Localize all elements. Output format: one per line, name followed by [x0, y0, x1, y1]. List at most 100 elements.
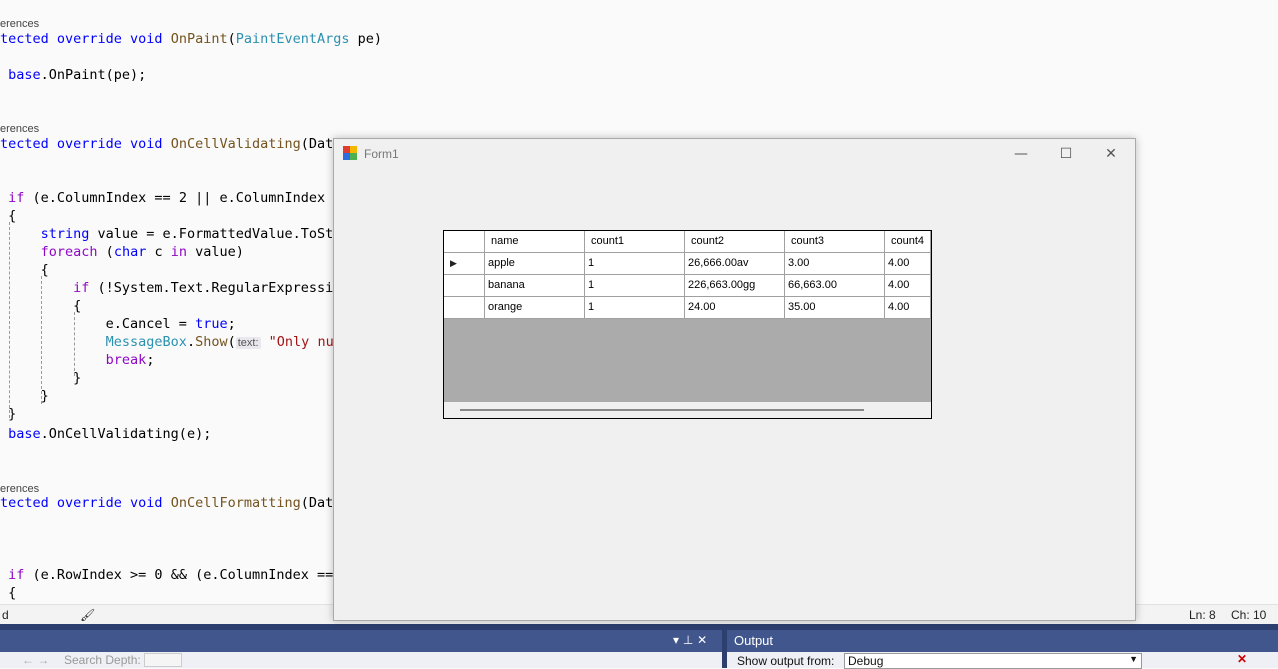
indent-guide [74, 312, 75, 376]
column-header-count1[interactable]: count1 [585, 231, 685, 253]
code-line: { [0, 584, 16, 602]
code-token: ( [97, 244, 114, 260]
codelens-references: erences [0, 18, 40, 30]
grid-cell[interactable]: 226,663.00gg [685, 275, 785, 297]
code-token: ; [227, 316, 236, 332]
grid-cell[interactable]: 35.00 [785, 297, 885, 319]
code-token: { [0, 585, 17, 601]
clear-all-icon[interactable]: ✕ [1237, 652, 1247, 666]
maximize-button[interactable]: ☐ [1044, 139, 1088, 169]
code-token: pe) [349, 31, 383, 47]
code-token: "Only nu [268, 334, 334, 350]
code-token: tected override void [0, 495, 171, 511]
output-titlebar: Output [727, 630, 1278, 652]
row-header[interactable] [444, 297, 485, 319]
column-header-count4[interactable]: count4 [885, 231, 931, 253]
code-line: tected override void OnCellValidating(Da… [0, 135, 341, 153]
code-token: tected override void [0, 136, 171, 152]
left-panel-titlebar: ▾ ⊥ ✕ [0, 630, 722, 652]
grid-corner-header[interactable] [444, 231, 485, 253]
grid-cell[interactable]: 66,663.00 [785, 275, 885, 297]
panel-pin-controls[interactable]: ▾ ⊥ ✕ [673, 633, 707, 647]
grid-cell[interactable]: 4.00 [885, 297, 931, 319]
code-token: .OnPaint(pe); [40, 67, 147, 83]
code-line: tected override void OnPaint(PaintEventA… [0, 30, 382, 48]
column-header-count2[interactable]: count2 [685, 231, 785, 253]
code-token: c [146, 244, 171, 260]
left-panel-toolbar: ← → Search Depth: [0, 652, 722, 668]
grid-cell[interactable]: 1 [585, 275, 685, 297]
code-token: string [0, 226, 90, 242]
search-depth-label: Search Depth: [64, 653, 141, 667]
bottom-left-panel: ▾ ⊥ ✕ ← → Search Depth: [0, 630, 722, 668]
grid-cell[interactable]: banana [485, 275, 585, 297]
code-token: foreach [0, 244, 98, 260]
close-button[interactable]: ✕ [1089, 139, 1133, 169]
code-token: OnPaint [170, 31, 228, 47]
grid-cell[interactable]: 4.00 [885, 275, 931, 297]
output-toolbar: Show output from: Debug ▼ ✕ [727, 652, 1278, 669]
code-token: ; [146, 352, 155, 368]
code-line: MessageBox.Show(text: "Only nu [0, 333, 334, 351]
code-line: base.OnCellValidating(e); [0, 425, 211, 443]
grid-cell[interactable]: 1 [585, 297, 685, 319]
row-header[interactable]: ▶ [444, 253, 485, 275]
minimize-button[interactable]: — [999, 139, 1043, 169]
code-token: char [113, 244, 147, 260]
output-panel: Output Show output from: Debug ▼ ✕ [727, 630, 1278, 669]
code-line: break; [0, 351, 155, 369]
code-token: OnCellValidating [170, 136, 301, 152]
column-header-count3[interactable]: count3 [785, 231, 885, 253]
show-output-label: Show output from: [737, 654, 835, 668]
data-grid-view[interactable]: name count1 count2 count3 count4 ▶ apple 1 26,66… [443, 230, 932, 419]
code-line: if (!System.Text.RegularExpressi [0, 279, 333, 297]
grid-cell[interactable]: 4.00 [885, 253, 931, 275]
output-title: Output [734, 633, 774, 648]
inline-parameter-hint: text: [235, 337, 261, 349]
line-indicator: Ln: 8 [1189, 608, 1216, 622]
code-token: (!System.Text.RegularExpressi [89, 280, 334, 296]
code-token: . [186, 334, 196, 350]
code-line: base.OnPaint(pe); [0, 66, 146, 84]
code-token: value) [186, 244, 244, 260]
code-token: .OnCellValidating(e); [40, 426, 212, 442]
back-arrow-icon[interactable]: ← → [22, 653, 49, 667]
form1-title: Form1 [364, 147, 399, 161]
code-line: string value = e.FormattedValue.ToSt [0, 225, 334, 243]
code-token: base [0, 67, 41, 83]
code-line: e.Cancel = true; [0, 315, 236, 333]
code-line: if (e.RowIndex >= 0 && (e.ColumnIndex == [0, 566, 333, 584]
code-token: e.Cancel = [0, 316, 196, 332]
grid-cell[interactable]: 26,666.00av [685, 253, 785, 275]
code-token: base [0, 426, 41, 442]
codelens-references: erences [0, 123, 40, 135]
form1-titlebar[interactable]: Form1 — ☐ ✕ [334, 139, 1135, 169]
code-line: tected override void OnCellFormatting(Da… [0, 494, 341, 512]
search-depth-select[interactable] [144, 653, 182, 667]
grid-cell[interactable]: 24.00 [685, 297, 785, 319]
grid-cell[interactable]: apple [485, 253, 585, 275]
output-source-select[interactable]: Debug ▼ [844, 653, 1142, 669]
code-token: if [0, 567, 25, 583]
code-token: PaintEventArgs [235, 31, 350, 47]
grid-cell[interactable]: orange [485, 297, 585, 319]
grid-cell[interactable]: 3.00 [785, 253, 885, 275]
scrollbar-thumb[interactable] [460, 409, 864, 411]
code-token: value = e.FormattedValue.ToSt [89, 226, 334, 242]
chevron-down-icon: ▼ [1129, 654, 1138, 664]
horizontal-scrollbar[interactable] [444, 402, 931, 418]
status-left-text: d [2, 608, 9, 622]
brush-icon[interactable]: 🖌 [80, 608, 95, 622]
row-header[interactable] [444, 275, 485, 297]
grid-cell[interactable]: 1 [585, 253, 685, 275]
code-line: foreach (char c in value) [0, 243, 244, 261]
form1-window: Form1 — ☐ ✕ name count1 count2 count3 count4… [333, 138, 1136, 621]
code-token: Show [195, 334, 228, 350]
winforms-app-icon [343, 146, 357, 160]
code-token: ( [227, 31, 236, 47]
code-token: true [195, 316, 228, 332]
code-token: (e.RowIndex >= 0 && (e.ColumnIndex == [24, 567, 334, 583]
code-line: if (e.ColumnIndex == 2 || e.ColumnIndex … [0, 189, 341, 207]
column-header-name[interactable]: name [485, 231, 585, 253]
code-token: in [170, 244, 187, 260]
